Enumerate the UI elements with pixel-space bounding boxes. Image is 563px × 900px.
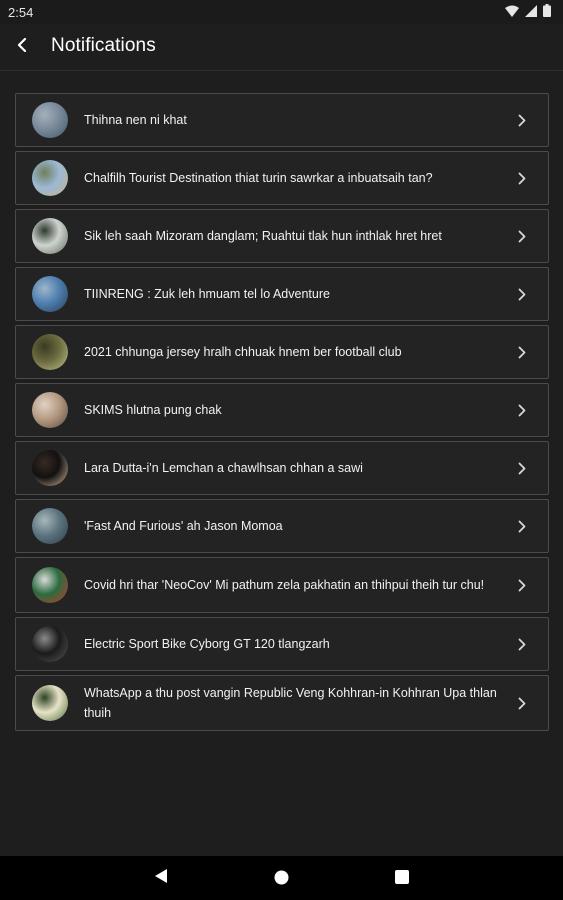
back-button[interactable] bbox=[8, 33, 36, 61]
chevron-right-icon bbox=[516, 344, 528, 360]
notification-thumbnail bbox=[32, 508, 68, 544]
notification-item[interactable]: Electric Sport Bike Cyborg GT 120 tlangz… bbox=[15, 617, 549, 671]
notification-title: Thihna nen ni khat bbox=[84, 113, 187, 127]
signal-icon bbox=[525, 4, 537, 17]
notification-thumbnail bbox=[32, 102, 68, 138]
battery-icon bbox=[543, 4, 551, 17]
status-time: 2:54 bbox=[8, 5, 34, 20]
chevron-right-icon bbox=[516, 228, 528, 244]
chevron-right-icon bbox=[516, 695, 528, 711]
chevron-right-icon bbox=[516, 636, 528, 652]
status-icons bbox=[505, 4, 551, 17]
nav-recents-button[interactable] bbox=[395, 870, 409, 889]
notification-item[interactable]: Chalfilh Tourist Destination thiat turin… bbox=[15, 151, 549, 205]
notification-item[interactable]: 'Fast And Furious' ah Jason Momoa bbox=[15, 499, 549, 553]
nav-home-button[interactable] bbox=[274, 870, 289, 890]
notification-item[interactable]: SKIMS hlutna pung chak bbox=[15, 383, 549, 437]
notification-title: Sik leh saah Mizoram danglam; Ruahtui tl… bbox=[84, 229, 442, 243]
chevron-right-icon bbox=[516, 460, 528, 476]
notification-list: Thihna nen ni khat Chalfilh Tourist Desti… bbox=[15, 93, 549, 735]
notification-item[interactable]: 2021 chhunga jersey hralh chhuak hnem be… bbox=[15, 325, 549, 379]
navigation-bar bbox=[0, 856, 563, 900]
notification-title: Chalfilh Tourist Destination thiat turin… bbox=[84, 171, 433, 185]
notification-title: Covid hri thar 'NeoCov' Mi pathum zela p… bbox=[84, 578, 485, 592]
notification-title: Lara Dutta-i'n Lemchan a chawlhsan chhan… bbox=[84, 461, 363, 475]
chevron-right-icon bbox=[516, 112, 528, 128]
chevron-right-icon bbox=[516, 518, 528, 534]
status-bar: 2:54 bbox=[0, 0, 563, 24]
chevron-right-icon bbox=[516, 577, 528, 593]
notification-title: SKIMS hlutna pung chak bbox=[84, 403, 222, 417]
notification-title: 2021 chhunga jersey hralh chhuak hnem be… bbox=[84, 345, 402, 359]
notification-thumbnail bbox=[32, 276, 68, 312]
notification-thumbnail bbox=[32, 392, 68, 428]
notification-item[interactable]: Lara Dutta-i'n Lemchan a chawlhsan chhan… bbox=[15, 441, 549, 495]
app-bar: Notifications bbox=[0, 24, 563, 71]
notification-item[interactable]: Thihna nen ni khat bbox=[15, 93, 549, 147]
notification-title: 'Fast And Furious' ah Jason Momoa bbox=[84, 519, 283, 533]
notification-title: Electric Sport Bike Cyborg GT 120 tlangz… bbox=[84, 637, 330, 651]
notification-thumbnail bbox=[32, 334, 68, 370]
notification-item[interactable]: Covid hri thar 'NeoCov' Mi pathum zela p… bbox=[15, 557, 549, 613]
wifi-icon bbox=[505, 5, 519, 17]
notification-item[interactable]: TIINRENG : Zuk leh hmuam tel lo Adventur… bbox=[15, 267, 549, 321]
notification-thumbnail bbox=[32, 450, 68, 486]
notification-thumbnail bbox=[32, 160, 68, 196]
back-arrow-icon bbox=[17, 37, 27, 57]
chevron-right-icon bbox=[516, 170, 528, 186]
notification-thumbnail bbox=[32, 685, 68, 721]
notification-thumbnail bbox=[32, 567, 68, 603]
notification-title: TIINRENG : Zuk leh hmuam tel lo Adventur… bbox=[84, 287, 330, 301]
chevron-right-icon bbox=[516, 286, 528, 302]
notification-item[interactable]: WhatsApp a thu post vangin Republic Veng… bbox=[15, 675, 549, 731]
notification-thumbnail bbox=[32, 626, 68, 662]
notification-title: WhatsApp a thu post vangin Republic Veng… bbox=[84, 686, 497, 720]
nav-back-button[interactable] bbox=[154, 868, 168, 889]
notification-thumbnail bbox=[32, 218, 68, 254]
chevron-right-icon bbox=[516, 402, 528, 418]
page-title: Notifications bbox=[51, 35, 156, 56]
notification-item[interactable]: Sik leh saah Mizoram danglam; Ruahtui tl… bbox=[15, 209, 549, 263]
